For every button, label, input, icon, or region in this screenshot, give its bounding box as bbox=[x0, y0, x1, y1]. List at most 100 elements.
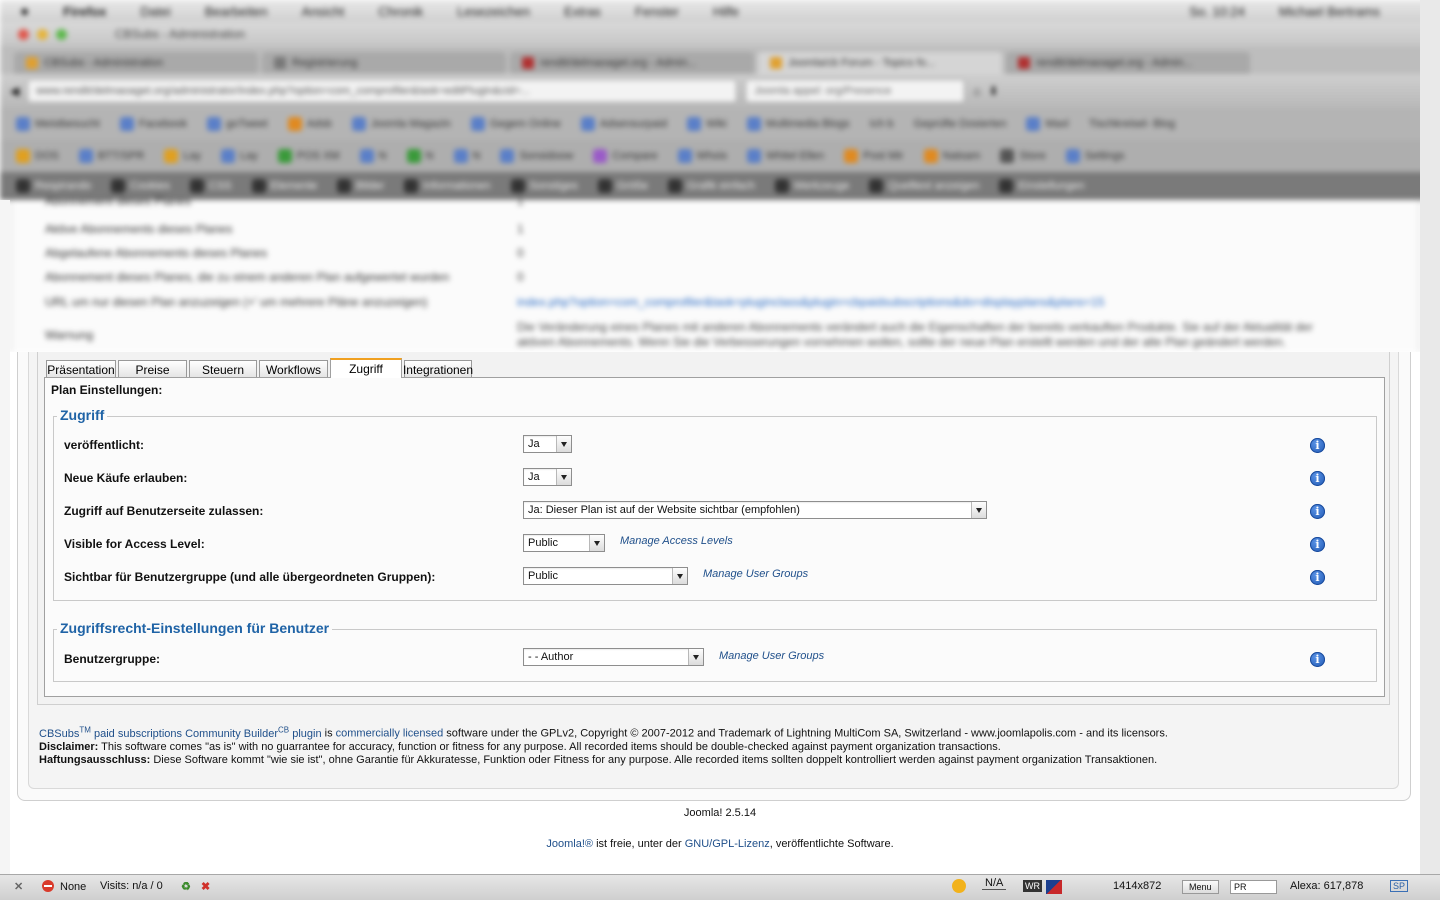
toolbar-item[interactable]: Werkzeuge bbox=[774, 179, 849, 193]
browser-tab[interactable]: rendit/delmaoaget.org - Admin... bbox=[1006, 52, 1250, 74]
minimize-window-icon[interactable] bbox=[37, 28, 48, 40]
bookmark-item[interactable]: Facebook bbox=[119, 117, 187, 131]
info-icon[interactable]: i bbox=[1310, 570, 1325, 585]
bookmark-item[interactable]: N bbox=[406, 149, 434, 163]
tab-prices[interactable]: Preise bbox=[118, 360, 187, 378]
menu-item[interactable]: Firefox bbox=[63, 4, 106, 19]
download-icon[interactable]: ⬇ bbox=[988, 84, 998, 98]
close-statusbar-icon[interactable]: ✕ bbox=[14, 880, 23, 893]
home-icon[interactable]: ⌂ bbox=[973, 84, 980, 98]
toolbar-item[interactable]: Informationen bbox=[404, 179, 491, 193]
flag-icon[interactable] bbox=[1046, 880, 1062, 897]
bookmark-item[interactable]: N bbox=[453, 149, 480, 163]
bookmark-item[interactable]: Geprüfte Dosierten bbox=[914, 118, 1007, 130]
gpl-link[interactable]: GNU/GPL-Lizenz bbox=[685, 838, 770, 850]
user-group-visibility-select[interactable]: Public bbox=[523, 567, 688, 585]
bookmark-item[interactable]: Wiki bbox=[687, 117, 727, 131]
community-builder-link[interactable]: paid subscriptions Community BuilderCB p… bbox=[94, 725, 322, 740]
joomla-link[interactable]: Joomla!® bbox=[546, 838, 593, 850]
refresh-icon[interactable]: ♻ bbox=[181, 880, 191, 893]
url-bar[interactable]: www.rendit/delmaoaget.org/administrator/… bbox=[27, 79, 738, 103]
info-icon[interactable]: i bbox=[1310, 471, 1325, 486]
bookmark-item[interactable]: Gegem Online bbox=[470, 117, 561, 131]
browser-tab[interactable]: rendit/delmaoaget.org - Admin... bbox=[510, 52, 754, 74]
sp-icon[interactable]: SP bbox=[1390, 880, 1409, 892]
tab-access[interactable]: Zugriff bbox=[330, 358, 402, 378]
menu-item[interactable]: Bearbeiten bbox=[205, 4, 268, 19]
close-window-icon[interactable] bbox=[18, 28, 29, 40]
close-red-icon[interactable]: ✖ bbox=[201, 880, 210, 893]
info-icon[interactable]: i bbox=[1310, 438, 1325, 453]
bookmark-item[interactable]: Multimedia Blogs bbox=[746, 117, 850, 131]
search-bar[interactable]: Joomla appel: org/Presence bbox=[745, 79, 966, 103]
toolbar-item[interactable]: Sonstiges bbox=[510, 179, 578, 193]
browser-tab[interactable]: Joomla/cb Forum - Topics fo... bbox=[758, 52, 1002, 74]
bookmark-item[interactable]: Lay bbox=[164, 149, 201, 163]
bookmark-item[interactable]: Adsb bbox=[287, 117, 332, 131]
bookmark-item[interactable]: DOS bbox=[16, 149, 59, 163]
toolbar-item[interactable]: Einstellungen bbox=[999, 179, 1085, 193]
bookmark-item[interactable]: Whitel Ellen bbox=[747, 149, 824, 163]
toolbar-item[interactable]: Respirando bbox=[16, 179, 91, 193]
menu-item[interactable]: Hilfe bbox=[713, 4, 739, 19]
bookmark-item[interactable]: Ich b bbox=[870, 118, 894, 130]
toolbar-item[interactable]: Grafik einfach bbox=[668, 179, 755, 193]
toolbar-item[interactable]: Größe bbox=[597, 179, 648, 193]
info-icon[interactable]: i bbox=[1310, 652, 1325, 667]
bookmark-item[interactable]: Maxl bbox=[1026, 117, 1069, 131]
bookmark-item[interactable]: POS XM bbox=[277, 149, 340, 163]
menu-item[interactable]: Extras bbox=[564, 4, 601, 19]
user-group-select[interactable]: - - Author bbox=[523, 648, 704, 666]
bookmark-item[interactable]: Whois bbox=[677, 149, 727, 163]
browser-tab[interactable]: Registrierung bbox=[262, 52, 506, 74]
menu-item[interactable]: Chronik bbox=[378, 4, 423, 19]
bookmark-item[interactable]: goTweet bbox=[207, 117, 268, 131]
bookmark-item[interactable]: Settings bbox=[1065, 149, 1124, 163]
commercially-licensed-link[interactable]: commercially licensed bbox=[336, 728, 444, 740]
bookmark-item[interactable]: BTT/SPR bbox=[78, 149, 144, 163]
toolbar-item[interactable]: Cookies bbox=[111, 179, 170, 193]
bookmark-item[interactable]: Sonsidoow bbox=[500, 149, 573, 163]
tab-integrations[interactable]: Integrationen bbox=[403, 360, 473, 378]
back-icon[interactable]: ◀ bbox=[10, 84, 19, 98]
menu-item[interactable]: Fenster bbox=[635, 4, 679, 19]
bookmark-item[interactable]: Joomla Magazin bbox=[351, 117, 451, 131]
bookmark-item[interactable]: Compare bbox=[593, 149, 658, 163]
adblock-status[interactable]: None bbox=[42, 880, 86, 893]
menu-item[interactable]: Ansicht bbox=[302, 4, 345, 19]
bookmark-item[interactable]: N bbox=[359, 149, 387, 163]
published-select[interactable]: Ja bbox=[523, 435, 572, 453]
bookmark-item[interactable]: Lay bbox=[221, 149, 258, 163]
user-page-access-select[interactable]: Ja: Dieser Plan ist auf der Website sich… bbox=[523, 501, 987, 519]
menu-button[interactable]: Menu bbox=[1182, 880, 1219, 894]
bookmark-item[interactable]: Adsensurpaid bbox=[580, 117, 667, 131]
info-icon[interactable]: i bbox=[1310, 537, 1325, 552]
toolbar-item[interactable]: Elemente bbox=[251, 179, 317, 193]
bookmark-item[interactable]: Post Mir bbox=[844, 149, 904, 163]
plan-url-link[interactable]: index.php?option=com_comprofiler&task=pl… bbox=[517, 295, 1104, 309]
menu-item[interactable]: Datei bbox=[140, 4, 170, 19]
toolbar-item[interactable]: Bilder bbox=[337, 179, 384, 193]
wr-icon[interactable]: WR bbox=[1023, 880, 1042, 892]
bookmark-item[interactable]: Tischkreisel- Blog bbox=[1089, 118, 1175, 130]
access-level-select[interactable]: Public bbox=[523, 534, 605, 552]
scrollbar-track[interactable] bbox=[1420, 0, 1440, 900]
browser-tab[interactable]: CBSubs - Administration bbox=[14, 52, 258, 74]
info-icon[interactable]: i bbox=[1310, 504, 1325, 519]
manage-user-groups-link[interactable]: Manage User Groups bbox=[703, 568, 808, 580]
zoom-window-icon[interactable] bbox=[56, 28, 67, 40]
toolbar-item[interactable]: Quelltext anzeigen bbox=[869, 179, 979, 193]
bookmark-item[interactable]: Natsam bbox=[923, 149, 980, 163]
cbsubs-link[interactable]: CBSubsTM bbox=[39, 725, 91, 740]
menubar-user[interactable]: Michael Bertrams bbox=[1279, 4, 1380, 19]
bookmark-item[interactable]: Store bbox=[1000, 149, 1046, 163]
allow-new-purchases-select[interactable]: Ja bbox=[523, 468, 572, 486]
tab-taxes[interactable]: Steuern bbox=[189, 360, 257, 378]
toolbar-item[interactable]: CSS bbox=[190, 179, 232, 193]
tab-workflows[interactable]: Workflows bbox=[259, 360, 328, 378]
tab-presentation[interactable]: Präsentation bbox=[46, 360, 116, 378]
bookmark-item[interactable]: Meistbesucht bbox=[16, 117, 100, 131]
apple-icon[interactable]: ● bbox=[20, 3, 29, 20]
manage-access-levels-link[interactable]: Manage Access Levels bbox=[620, 535, 733, 547]
menu-item[interactable]: Lesezeichen bbox=[457, 4, 530, 19]
